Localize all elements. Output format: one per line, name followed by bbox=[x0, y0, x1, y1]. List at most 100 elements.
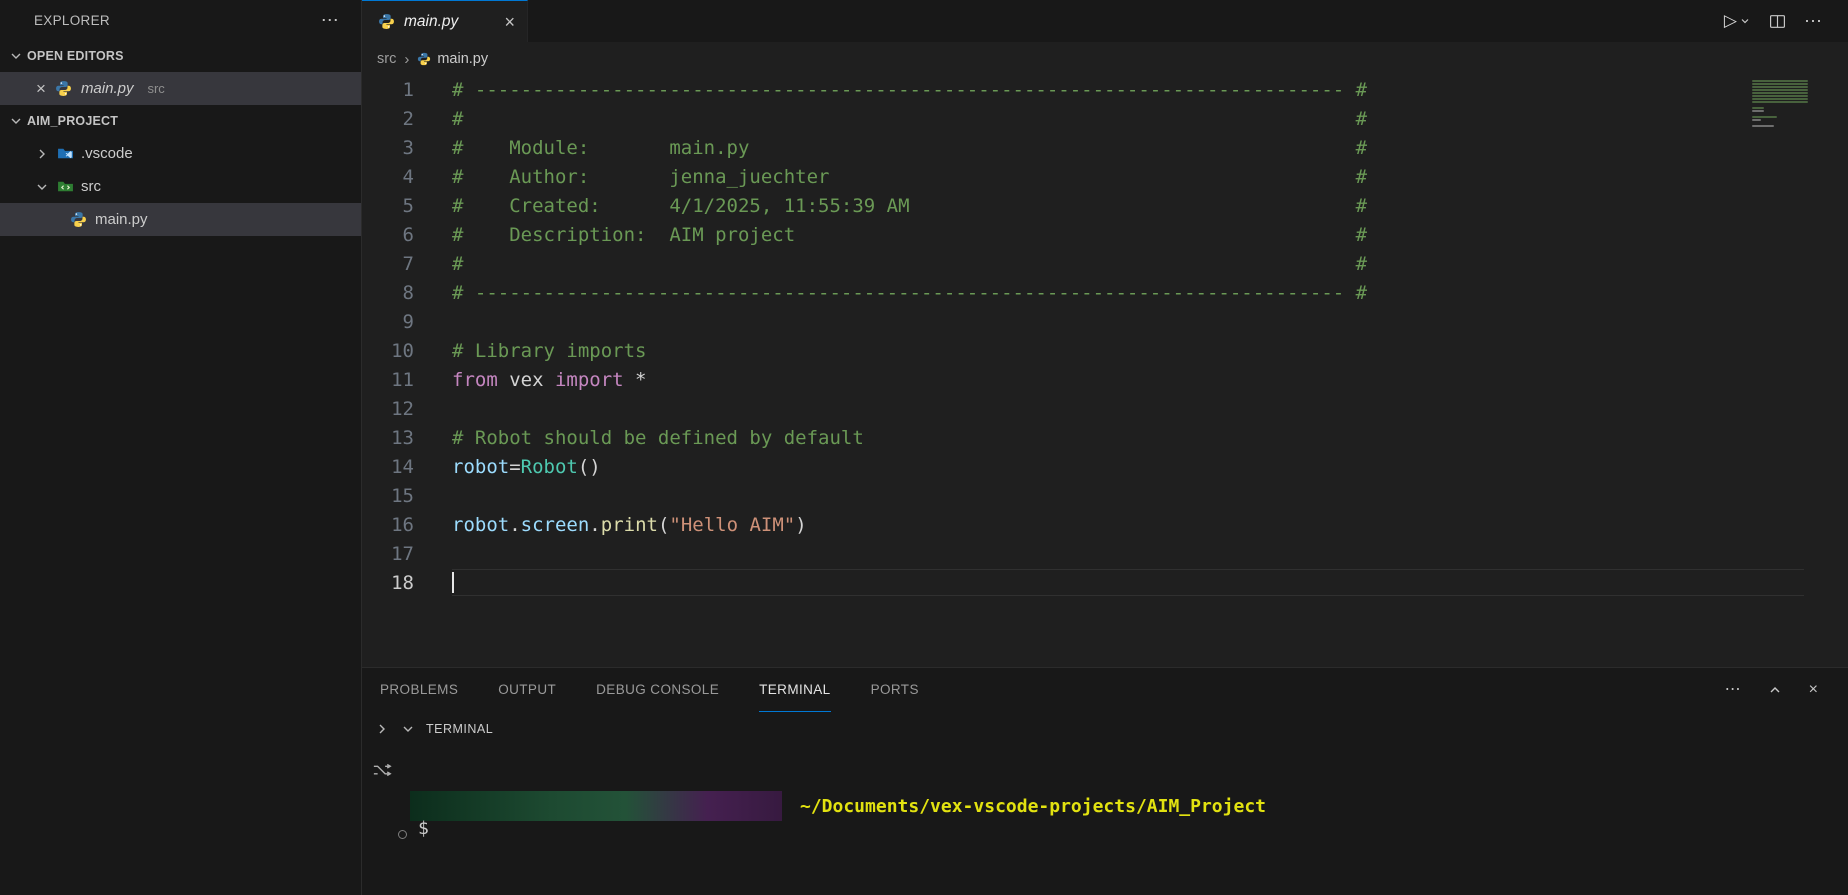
more-actions-icon[interactable]: ⋯ bbox=[1725, 682, 1741, 698]
code-line[interactable]: 1# -------------------------------------… bbox=[362, 76, 1848, 105]
code-line[interactable]: 13# Robot should be defined by default bbox=[362, 424, 1848, 453]
tree-item-src[interactable]: src bbox=[0, 170, 361, 203]
tree-item-vscode[interactable]: .vscode bbox=[0, 137, 361, 170]
line-content[interactable]: # --------------------------------------… bbox=[414, 76, 1367, 105]
open-editor-item-main-py[interactable]: × main.py src bbox=[0, 72, 361, 105]
line-content[interactable]: # --------------------------------------… bbox=[414, 279, 1367, 308]
line-content[interactable]: # Created: 4/1/2025, 11:55:39 AM # bbox=[414, 192, 1367, 221]
line-content[interactable]: robot.screen.print("Hello AIM") bbox=[414, 511, 807, 540]
src-folder-icon bbox=[57, 178, 74, 195]
line-content[interactable]: # Library imports bbox=[414, 337, 646, 366]
minimap-line bbox=[1752, 98, 1808, 100]
code-line[interactable]: 15 bbox=[362, 482, 1848, 511]
vscode-folder-icon bbox=[57, 145, 74, 162]
code-line[interactable]: 6# Description: AIM project # bbox=[362, 221, 1848, 250]
open-editors-section-header[interactable]: OPEN EDITORS bbox=[0, 40, 361, 72]
minimap-line bbox=[1752, 83, 1808, 85]
more-actions-icon[interactable]: ⋯ bbox=[1804, 12, 1822, 30]
panel-tab-problems[interactable]: PROBLEMS bbox=[380, 668, 458, 712]
minimap-line bbox=[1752, 89, 1808, 91]
line-content[interactable]: from vex import * bbox=[414, 366, 647, 395]
line-number: 15 bbox=[362, 482, 414, 511]
line-content[interactable]: # Author: jenna_juechter # bbox=[414, 163, 1367, 192]
line-content[interactable]: # Module: main.py # bbox=[414, 134, 1367, 163]
line-number: 1 bbox=[362, 76, 414, 105]
line-number: 11 bbox=[362, 366, 414, 395]
minimap-line bbox=[1752, 95, 1808, 97]
panel-tab-bar: PROBLEMS OUTPUT DEBUG CONSOLE TERMINAL P… bbox=[362, 668, 1848, 712]
minimap-line bbox=[1752, 128, 1834, 130]
line-content[interactable] bbox=[414, 540, 452, 569]
line-content[interactable]: robot=Robot() bbox=[414, 453, 601, 482]
code-editor[interactable]: 1# -------------------------------------… bbox=[362, 76, 1848, 667]
project-label: AIM_PROJECT bbox=[27, 114, 118, 128]
line-number: 13 bbox=[362, 424, 414, 453]
minimap-line bbox=[1752, 107, 1764, 109]
code-line[interactable]: 16robot.screen.print("Hello AIM") bbox=[362, 511, 1848, 540]
line-number: 10 bbox=[362, 337, 414, 366]
project-section-header[interactable]: AIM_PROJECT bbox=[0, 105, 361, 137]
panel-tab-terminal[interactable]: TERMINAL bbox=[759, 668, 830, 712]
bottom-panel: PROBLEMS OUTPUT DEBUG CONSOLE TERMINAL P… bbox=[362, 667, 1848, 895]
line-content[interactable]: # Description: AIM project # bbox=[414, 221, 1367, 250]
breadcrumb: src › main.py bbox=[362, 42, 1848, 76]
run-button[interactable]: ▷ bbox=[1724, 11, 1751, 31]
line-number: 6 bbox=[362, 221, 414, 250]
code-line[interactable]: 4# Author: jenna_juechter # bbox=[362, 163, 1848, 192]
vscode-window: EXPLORER ⋯ OPEN EDITORS × main.py src AI… bbox=[0, 0, 1848, 895]
code-line[interactable]: 17 bbox=[362, 540, 1848, 569]
terminal-section-header[interactable]: TERMINAL bbox=[362, 712, 1848, 746]
line-content[interactable] bbox=[414, 482, 452, 511]
line-number: 17 bbox=[362, 540, 414, 569]
explorer-more-icon[interactable]: ⋯ bbox=[321, 11, 339, 29]
line-number: 9 bbox=[362, 308, 414, 337]
tree-item-label: src bbox=[81, 178, 101, 195]
close-icon[interactable]: × bbox=[504, 13, 515, 31]
code-line[interactable]: 5# Created: 4/1/2025, 11:55:39 AM # bbox=[362, 192, 1848, 221]
chevron-right-icon[interactable] bbox=[374, 721, 390, 737]
panel-tab-ports[interactable]: PORTS bbox=[871, 668, 919, 712]
terminal-prompt-line: ~/Documents/vex-vscode-projects/AIM_Proj… bbox=[410, 791, 1266, 821]
code-line[interactable]: 12 bbox=[362, 395, 1848, 424]
tree-item-label: .vscode bbox=[81, 145, 133, 162]
line-content[interactable]: # Robot should be defined by default bbox=[414, 424, 864, 453]
code-line[interactable]: 11from vex import * bbox=[362, 366, 1848, 395]
code-line[interactable]: 10# Library imports bbox=[362, 337, 1848, 366]
panel-actions: ⋯ × bbox=[1725, 668, 1848, 712]
code-line[interactable]: 18 bbox=[362, 569, 1848, 598]
terminal[interactable]: ~/Documents/vex-vscode-projects/AIM_Proj… bbox=[362, 746, 1848, 895]
chevron-up-icon[interactable] bbox=[1767, 682, 1783, 698]
close-panel-icon[interactable]: × bbox=[1809, 682, 1818, 698]
split-editor-icon[interactable] bbox=[1769, 13, 1786, 30]
chevron-down-icon[interactable] bbox=[1739, 15, 1751, 27]
panel-tab-debug-console[interactable]: DEBUG CONSOLE bbox=[596, 668, 719, 712]
line-content[interactable]: # # bbox=[414, 105, 1367, 134]
code-line[interactable]: 9 bbox=[362, 308, 1848, 337]
breadcrumb-file[interactable]: main.py bbox=[417, 51, 488, 67]
explorer-header: EXPLORER ⋯ bbox=[0, 0, 361, 40]
tree-item-main-py[interactable]: main.py bbox=[0, 203, 361, 236]
code-line[interactable]: 8# -------------------------------------… bbox=[362, 279, 1848, 308]
command-decoration-icon[interactable] bbox=[398, 830, 407, 839]
terminal-prompt-symbol: $ bbox=[418, 816, 429, 842]
run-icon: ▷ bbox=[1724, 11, 1737, 31]
line-content[interactable] bbox=[414, 308, 452, 337]
panel-tab-output[interactable]: OUTPUT bbox=[498, 668, 556, 712]
code-line[interactable]: 3# Module: main.py # bbox=[362, 134, 1848, 163]
tab-main-py[interactable]: main.py × bbox=[362, 0, 528, 42]
python-file-icon bbox=[378, 13, 395, 30]
line-content[interactable]: # # bbox=[414, 250, 1367, 279]
code-line[interactable]: 14robot=Robot() bbox=[362, 453, 1848, 482]
close-icon[interactable]: × bbox=[36, 80, 46, 97]
python-file-icon bbox=[55, 80, 72, 97]
code-line[interactable]: 7# # bbox=[362, 250, 1848, 279]
minimap-line bbox=[1752, 119, 1761, 121]
code-line[interactable]: 2# # bbox=[362, 105, 1848, 134]
chevron-down-icon bbox=[8, 48, 24, 64]
line-content[interactable] bbox=[414, 569, 454, 598]
minimap-line bbox=[1752, 113, 1834, 115]
breadcrumb-folder[interactable]: src bbox=[377, 51, 396, 67]
minimap[interactable] bbox=[1752, 80, 1834, 134]
line-content[interactable] bbox=[414, 395, 452, 424]
line-number: 7 bbox=[362, 250, 414, 279]
